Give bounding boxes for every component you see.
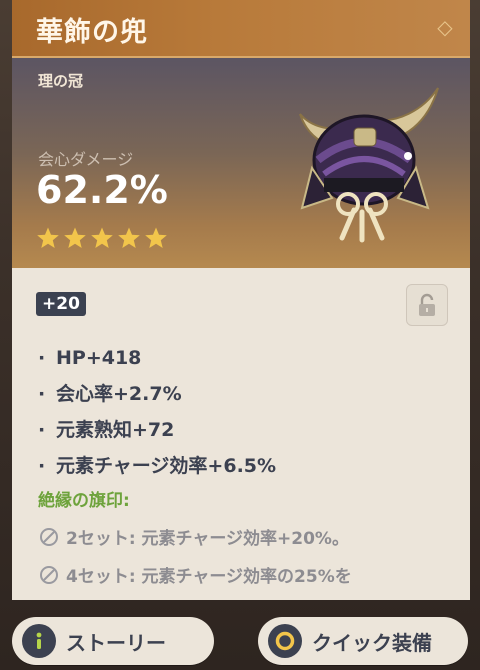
rarity-stars (36, 226, 168, 250)
ornament-icon: ◇ (437, 15, 453, 39)
artifact-name: 華飾の兜 (36, 17, 148, 48)
substat-item: · 会心率+2.7% (38, 383, 182, 405)
set-bonus-2pc: 2セット: 元素チャージ効率+20%。 (38, 524, 349, 549)
helmet-artwork-icon (299, 87, 439, 243)
substat-list: · HP+418 · 会心率+2.7% · 元素熟知+72 · 元素チャージ効率+6.5… (38, 340, 276, 484)
story-button[interactable]: ストーリー (12, 617, 214, 665)
star-icon (37, 227, 59, 248)
unlock-icon (419, 293, 435, 316)
info-icon (22, 624, 56, 658)
level-badge: +20 (36, 292, 86, 316)
substat-item: · 元素熟知+72 (38, 419, 175, 441)
quick-equip-button[interactable]: クイック装備 (258, 617, 468, 665)
set-name: 絶縁の旗印: (38, 491, 130, 511)
set-bonus-4pc: 4セット: 元素チャージ効率の25%を (38, 562, 352, 587)
ring-icon (268, 624, 302, 658)
story-button-label: ストーリー (66, 630, 166, 655)
main-stat-value: 62.2% (36, 168, 168, 212)
main-stat-name: 会心ダメージ (38, 150, 134, 169)
artifact-header: 理の冠 会心ダメージ 62.2% (12, 58, 470, 268)
substat-item: · HP+418 (38, 347, 142, 369)
inactive-circle-icon (40, 566, 58, 584)
star-icon (118, 227, 140, 248)
star-icon (91, 227, 113, 248)
artifact-panel: 華飾の兜 ◇ 理の冠 会心ダメージ 62.2% +20 · HP+418 · 会… (12, 0, 470, 600)
star-icon (145, 227, 167, 248)
artifact-details: +20 · HP+418 · 会心率+2.7% · 元素熟知+72 · 元素チャージ効率… (12, 268, 470, 600)
quick-equip-button-label: クイック装備 (312, 630, 432, 655)
lock-button[interactable] (406, 284, 448, 326)
artifact-slot: 理の冠 (38, 72, 84, 90)
star-icon (64, 227, 86, 248)
inactive-circle-icon (40, 528, 58, 546)
substat-item: · 元素チャージ効率+6.5% (38, 455, 277, 477)
title-bar: 華飾の兜 ◇ (12, 0, 470, 58)
